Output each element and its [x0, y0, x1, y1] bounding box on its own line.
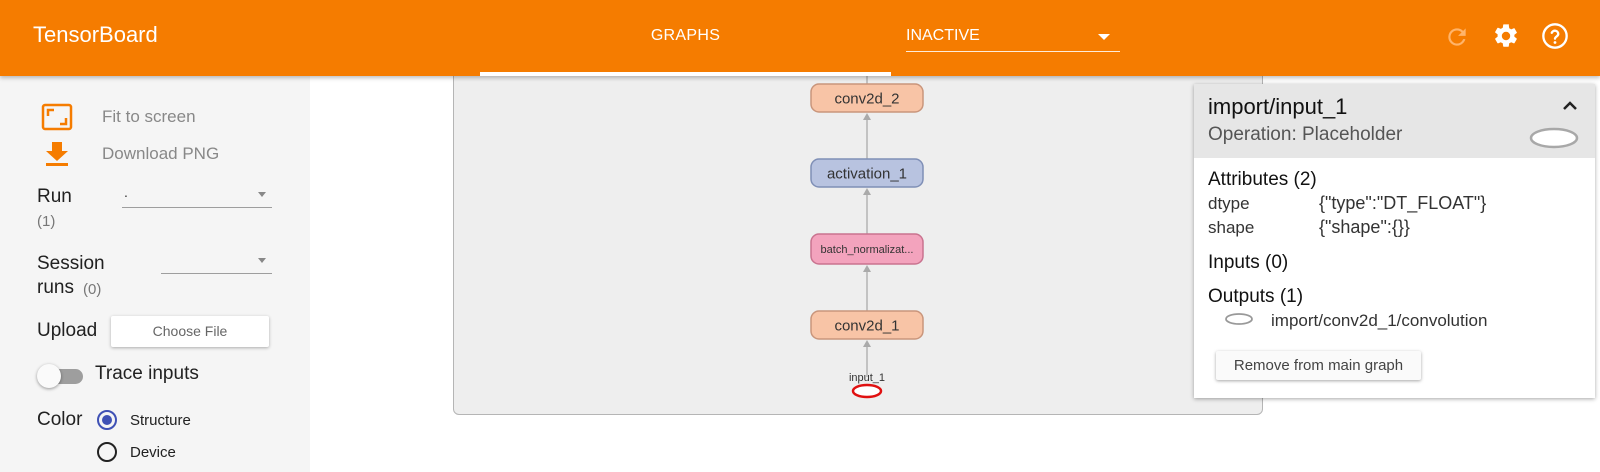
- graph-node-activation_1[interactable]: activation_1: [810, 158, 924, 188]
- run-count: (1): [37, 213, 56, 230]
- tab-graphs[interactable]: GRAPHS: [480, 0, 891, 76]
- graph-svg: conv2d_2 activation_1 batch_normalizat...c…: [810, 61, 924, 399]
- graph-node-input_1[interactable]: input_1: [849, 372, 885, 399]
- node-title: import/input_1: [1208, 94, 1348, 119]
- chevron-down-icon: [1098, 34, 1110, 40]
- output-link[interactable]: import/conv2d_1/convolution: [1271, 311, 1487, 331]
- edge-arrow: [863, 265, 871, 272]
- placeholder-shape-icon: [1529, 127, 1579, 149]
- session-runs-dropdown[interactable]: [161, 248, 272, 274]
- outputs-heading: Outputs (1): [1208, 286, 1304, 307]
- session-label-line1: Session: [37, 253, 105, 274]
- run-label: Run: [37, 186, 72, 207]
- run-dropdown-value: .: [124, 184, 128, 200]
- gear-icon[interactable]: [1492, 22, 1520, 50]
- edge-arrow: [863, 113, 871, 120]
- download-icon: [46, 142, 68, 166]
- fit-to-screen-label: Fit to screen: [102, 107, 196, 126]
- output-node-icon: [1225, 313, 1253, 325]
- color-label: Color: [37, 409, 83, 430]
- graph-node-label: batch_normalizat...: [821, 244, 914, 256]
- attr-key: dtype: [1208, 194, 1250, 213]
- inputs-heading: Inputs (0): [1208, 252, 1289, 273]
- attr-value: {"shape":{}}: [1319, 217, 1410, 237]
- remove-from-main-graph-button[interactable]: Remove from main graph: [1216, 351, 1421, 380]
- color-device-radio[interactable]: [97, 442, 117, 462]
- fit-to-screen-button[interactable]: Fit to screen: [41, 103, 196, 131]
- reload-icon[interactable]: [1444, 24, 1470, 50]
- run-selector-value: INACTIVE: [906, 27, 980, 44]
- chevron-up-icon[interactable]: [1562, 98, 1578, 112]
- graph-node-label: conv2d_2: [834, 90, 899, 107]
- session-count: (0): [83, 281, 102, 298]
- fit-screen-icon: [41, 103, 73, 131]
- chevron-down-icon: [258, 192, 266, 197]
- trace-inputs-label: Trace inputs: [95, 363, 199, 384]
- download-png-button[interactable]: Download PNG: [41, 140, 219, 168]
- upload-label: Upload: [37, 320, 98, 341]
- attr-value: {"type":"DT_FLOAT"}: [1319, 193, 1487, 213]
- download-png-label: Download PNG: [102, 144, 220, 163]
- run-dropdown[interactable]: .: [122, 182, 272, 208]
- run-selector[interactable]: INACTIVE: [906, 24, 1120, 52]
- node-operation: Operation: Placeholder: [1208, 124, 1403, 145]
- placeholder-node-shape: [851, 383, 883, 399]
- edge-arrow: [863, 188, 871, 195]
- graph-node-batch_norm[interactable]: batch_normalizat...: [810, 233, 924, 265]
- color-structure-radio[interactable]: [97, 410, 117, 430]
- node-info-card: import/input_1 Operation: Placeholder At…: [1194, 84, 1595, 398]
- session-label-line2: runs: [37, 277, 74, 298]
- sidebar: Fit to screen Download PNG Run (1) . Ses…: [0, 76, 310, 472]
- attributes-heading: Attributes (2): [1208, 169, 1317, 190]
- color-device-label: Device: [130, 444, 176, 461]
- color-structure-label: Structure: [130, 412, 191, 429]
- graph-node-conv2d_2[interactable]: conv2d_2: [810, 83, 924, 113]
- graph-node-label: conv2d_1: [834, 317, 899, 334]
- graph-node-label: input_1: [849, 372, 885, 384]
- choose-file-button[interactable]: Choose File: [111, 316, 269, 347]
- chevron-down-icon: [258, 258, 266, 263]
- graph-node-label: activation_1: [827, 165, 907, 182]
- info-card-header: import/input_1 Operation: Placeholder: [1194, 84, 1595, 158]
- attr-key: shape: [1208, 218, 1255, 237]
- trace-inputs-toggle[interactable]: [37, 364, 85, 388]
- edge-arrow: [863, 340, 871, 347]
- graph-canvas[interactable]: conv2d_2 activation_1 batch_normalizat...c…: [453, 60, 1263, 415]
- help-icon[interactable]: [1541, 22, 1569, 50]
- toggle-knob: [37, 364, 61, 388]
- tab-graphs-underline: [480, 72, 891, 76]
- graph-node-conv2d_1[interactable]: conv2d_1: [810, 310, 924, 340]
- tensorboard-app: TensorBoard GRAPHS INACTIVE Fit to scree…: [0, 0, 1600, 472]
- app-title: TensorBoard: [33, 22, 158, 47]
- top-bar: TensorBoard GRAPHS INACTIVE: [0, 0, 1600, 76]
